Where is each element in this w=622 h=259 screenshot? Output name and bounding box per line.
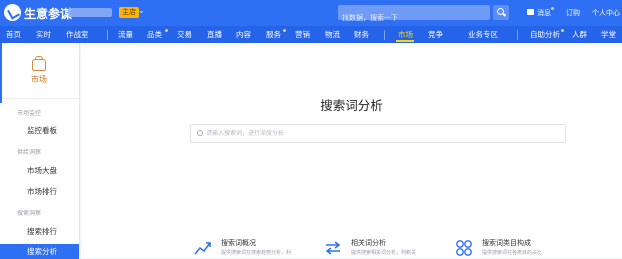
swap-arrows-icon	[325, 241, 341, 255]
keyword-search	[190, 124, 566, 143]
search-icon	[197, 130, 203, 136]
mail-icon[interactable]	[527, 9, 534, 15]
card-title: 搜索词概况	[221, 239, 256, 247]
nav-competition[interactable]: 竞争	[428, 29, 443, 40]
sidebar-group-label: 市场监控	[17, 110, 42, 117]
trend-icon	[194, 242, 211, 255]
global-search	[338, 5, 490, 26]
card-desc: 提供搜索词在搜索趋势分析，利	[221, 250, 292, 256]
feature-card-related-words[interactable]: 相关词分析 提供搜索相关词分析，判断关	[323, 236, 438, 258]
nav-trade[interactable]: 交易	[177, 29, 192, 40]
nav-service-dot	[283, 29, 286, 32]
sidebar-header-label: 市场	[31, 75, 47, 84]
sidebar-group-label: 搜索洞察	[17, 210, 42, 217]
market-icon	[32, 56, 46, 71]
sidebar-item-search-ranking[interactable]: 搜索排行	[0, 224, 79, 239]
nav-self-analysis[interactable]: 自助分析	[530, 29, 560, 40]
order-link[interactable]: 订购	[566, 8, 580, 18]
nav-school[interactable]: 学堂	[601, 29, 616, 40]
nav-traffic[interactable]: 流量	[118, 29, 133, 40]
nav-live[interactable]: 直播	[207, 29, 222, 40]
nav-war-room[interactable]: 作战室	[66, 29, 89, 40]
message-link[interactable]: 消息	[537, 8, 551, 18]
shop-badge: 主店	[119, 7, 139, 18]
keyword-search-input[interactable]	[206, 125, 561, 142]
nav-realtime[interactable]: 实时	[36, 29, 51, 40]
nav-service[interactable]: 服务	[266, 29, 281, 40]
nav-category[interactable]: 品类	[147, 29, 162, 40]
message-dot-indicator	[551, 7, 554, 10]
nav-category-dot	[165, 29, 168, 32]
nav-crowd[interactable]: 人群	[572, 29, 587, 40]
brand-name[interactable]: 生意参谋	[24, 5, 72, 22]
main-nav: 首页 实时 作战室 流量 品类 交易 直播 内容 服务 营销 物流 财务 市场 …	[0, 26, 622, 43]
sidebar-item-monitor-board[interactable]: 监控看板	[0, 123, 79, 138]
nav-content[interactable]: 内容	[236, 29, 251, 40]
nav-marketing[interactable]: 营销	[295, 29, 310, 40]
card-title: 相关词分析	[351, 239, 386, 247]
nav-self-analysis-dot	[561, 29, 564, 32]
shop-name-blurred[interactable]	[68, 8, 112, 17]
search-icon	[497, 8, 504, 15]
nav-logistics[interactable]: 物流	[325, 29, 340, 40]
sidebar-group-label: 供给洞察	[17, 149, 42, 156]
main-content: 搜索词分析 搜索词概况 提供搜索词在搜索趋势分析，利 相关词分析 提供搜索相关词…	[81, 43, 622, 258]
card-title: 搜索词类目构成	[482, 239, 531, 247]
card-desc: 提供搜索相关词分析，判断关	[351, 250, 417, 256]
card-desc: 提供搜索词在各类目的占比	[482, 250, 543, 256]
nav-divider	[517, 30, 518, 40]
sidebar-divider	[0, 98, 80, 99]
chevron-down-icon[interactable]: ⌄	[138, 6, 145, 15]
user-center-link[interactable]: 个人中心	[592, 8, 620, 18]
nav-divider	[107, 30, 108, 40]
global-search-input[interactable]	[338, 10, 490, 26]
sidebar: 市场 市场监控 监控看板 供给洞察 市场大盘 市场排行 搜索洞察 搜索排行 搜索…	[0, 43, 80, 259]
feature-card-overview[interactable]: 搜索词概况 提供搜索词在搜索趋势分析，利	[193, 236, 308, 258]
nav-business-zone[interactable]: 业务专区	[468, 29, 498, 40]
nav-home[interactable]: 首页	[6, 29, 21, 40]
page-title: 搜索词分析	[320, 98, 383, 113]
logo-icon[interactable]	[4, 4, 21, 21]
sidebar-item-market-overview[interactable]: 市场大盘	[0, 163, 79, 178]
sidebar-item-search-analysis[interactable]: 搜索分析	[0, 244, 79, 259]
sidebar-header: 市场	[27, 56, 51, 85]
grid-icon	[456, 240, 472, 256]
sidebar-item-market-ranking[interactable]: 市场排行	[0, 184, 79, 199]
search-button[interactable]	[493, 5, 509, 20]
sidebar-accent-bar	[0, 43, 2, 103]
nav-finance[interactable]: 财务	[354, 29, 369, 40]
top-bar: 生意参谋 主店 ⌄ 消息 订购 个人中心	[0, 0, 622, 26]
nav-divider	[384, 30, 385, 40]
nav-market[interactable]: 市场	[398, 29, 413, 40]
feature-card-category-composition[interactable]: 搜索词类目构成 提供搜索词在各类目的占比	[454, 236, 569, 258]
nav-active-underline	[396, 40, 414, 42]
